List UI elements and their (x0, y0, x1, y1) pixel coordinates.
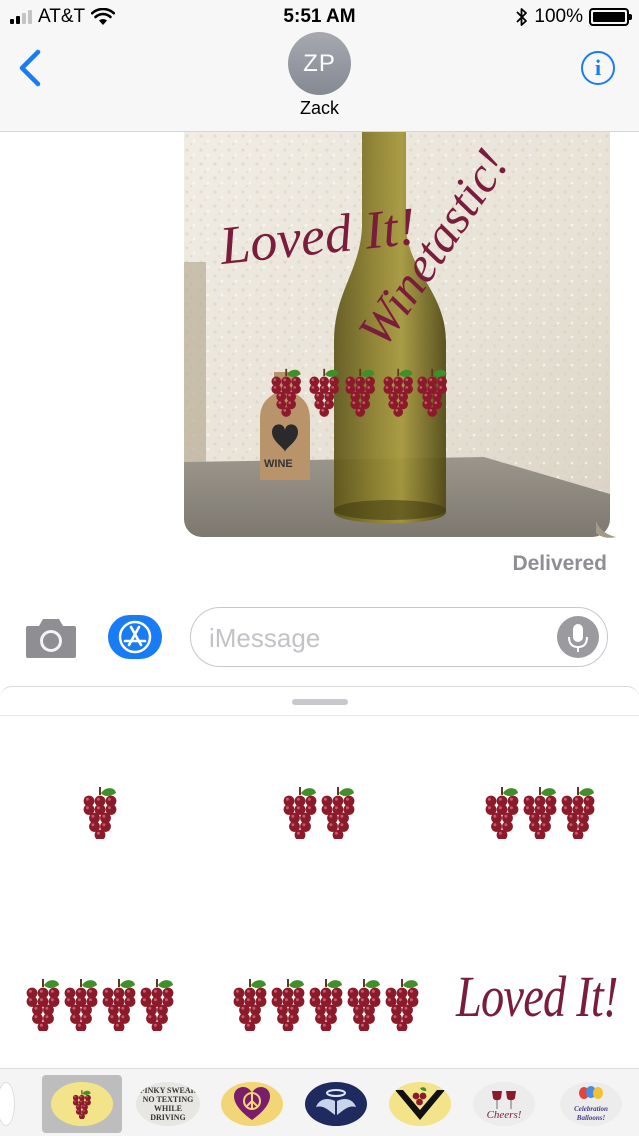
avatar-initials: ZP (303, 49, 336, 77)
tray-item-grape-v[interactable] (382, 1075, 458, 1133)
grapes-icon (83, 787, 117, 839)
camera-icon (26, 619, 76, 658)
app-store-button[interactable] (108, 615, 162, 659)
tray-item-wings[interactable] (298, 1075, 374, 1133)
sticker-grapes-2[interactable] (282, 785, 356, 839)
cheers-pack-icon: Cheers! (473, 1082, 535, 1126)
battery-icon (589, 8, 632, 26)
celebration-text: Celebration Balloons! (574, 1105, 608, 1122)
message-input-field[interactable] (190, 607, 608, 667)
tray-item-celebration[interactable]: Celebration Balloons! (552, 1075, 630, 1133)
info-button[interactable]: i (581, 51, 615, 85)
photo-tag-text: WINE (264, 458, 293, 470)
tray-scroll-edge (0, 1075, 20, 1133)
grape-v-pack-icon (389, 1082, 451, 1126)
grapes-icon (233, 979, 267, 1031)
pinky-swear-text: PINKY SWEAR NO TEXTING WHILE DRIVING (139, 1086, 197, 1122)
grapes-icon (561, 787, 595, 839)
sticker-loved-it[interactable]: Loved It! (456, 963, 639, 1030)
celebration-pack-icon: Celebration Balloons! (560, 1082, 622, 1126)
camera-button[interactable] (24, 616, 78, 660)
tray-item-cheers[interactable]: Cheers! (466, 1075, 542, 1133)
sticker-loved-it-text: Loved It! (456, 964, 618, 1029)
pinky-swear-pack-icon: PINKY SWEAR NO TEXTING WHILE DRIVING (136, 1082, 200, 1126)
grapes-icon (102, 979, 136, 1031)
sticker-grapes-4[interactable] (25, 977, 175, 1031)
bubble-tail-icon (596, 521, 616, 538)
info-icon: i (594, 55, 602, 80)
app-store-icon (118, 620, 152, 654)
microphone-icon (568, 624, 588, 652)
wine-photo-image: WINE Loved It! Winetastic! (184, 132, 610, 537)
bluetooth-icon (516, 8, 528, 26)
app-tray: PINKY SWEAR NO TEXTING WHILE DRIVING Che… (0, 1068, 639, 1136)
grapes-icon (64, 979, 98, 1031)
cheers-text: Cheers! (486, 1108, 522, 1121)
wings-pack-icon (305, 1082, 367, 1126)
delivery-status: Delivered (512, 552, 607, 575)
grapes-icon (271, 979, 305, 1031)
back-button[interactable] (16, 48, 46, 88)
grapes-icon (283, 787, 317, 839)
chevron-left-icon (19, 49, 41, 87)
sticker-grapes-5[interactable] (232, 977, 420, 1031)
peace-heart-pack-icon (221, 1082, 283, 1126)
sticker-grapes-3[interactable] (484, 785, 596, 839)
microphone-button[interactable] (557, 616, 599, 658)
grapes-icon (309, 979, 343, 1031)
battery-percent: 100% (534, 6, 583, 27)
grapes-pack-icon (51, 1082, 113, 1126)
message-photo[interactable]: WINE Loved It! Winetastic! (184, 132, 610, 537)
message-input[interactable] (209, 618, 549, 658)
grapes-icon (347, 979, 381, 1031)
drawer-grabber[interactable] (292, 699, 348, 705)
grapes-icon (523, 787, 557, 839)
grapes-icon (140, 979, 174, 1031)
tray-item-peace-heart[interactable] (214, 1075, 290, 1133)
contact-avatar[interactable]: ZP (288, 32, 351, 95)
drawer-divider (0, 715, 639, 716)
sticker-grapes-1[interactable] (82, 785, 118, 839)
tray-item-grapes[interactable] (42, 1075, 122, 1133)
tray-item-pinky-swear[interactable]: PINKY SWEAR NO TEXTING WHILE DRIVING (130, 1075, 206, 1133)
grapes-icon (485, 787, 519, 839)
grapes-icon (72, 1090, 92, 1119)
grapes-icon (321, 787, 355, 839)
grapes-icon (385, 979, 419, 1031)
contact-name[interactable]: Zack (0, 98, 639, 119)
grapes-icon (26, 979, 60, 1031)
status-bar: AT&T 5:51 AM 100% (0, 0, 639, 34)
